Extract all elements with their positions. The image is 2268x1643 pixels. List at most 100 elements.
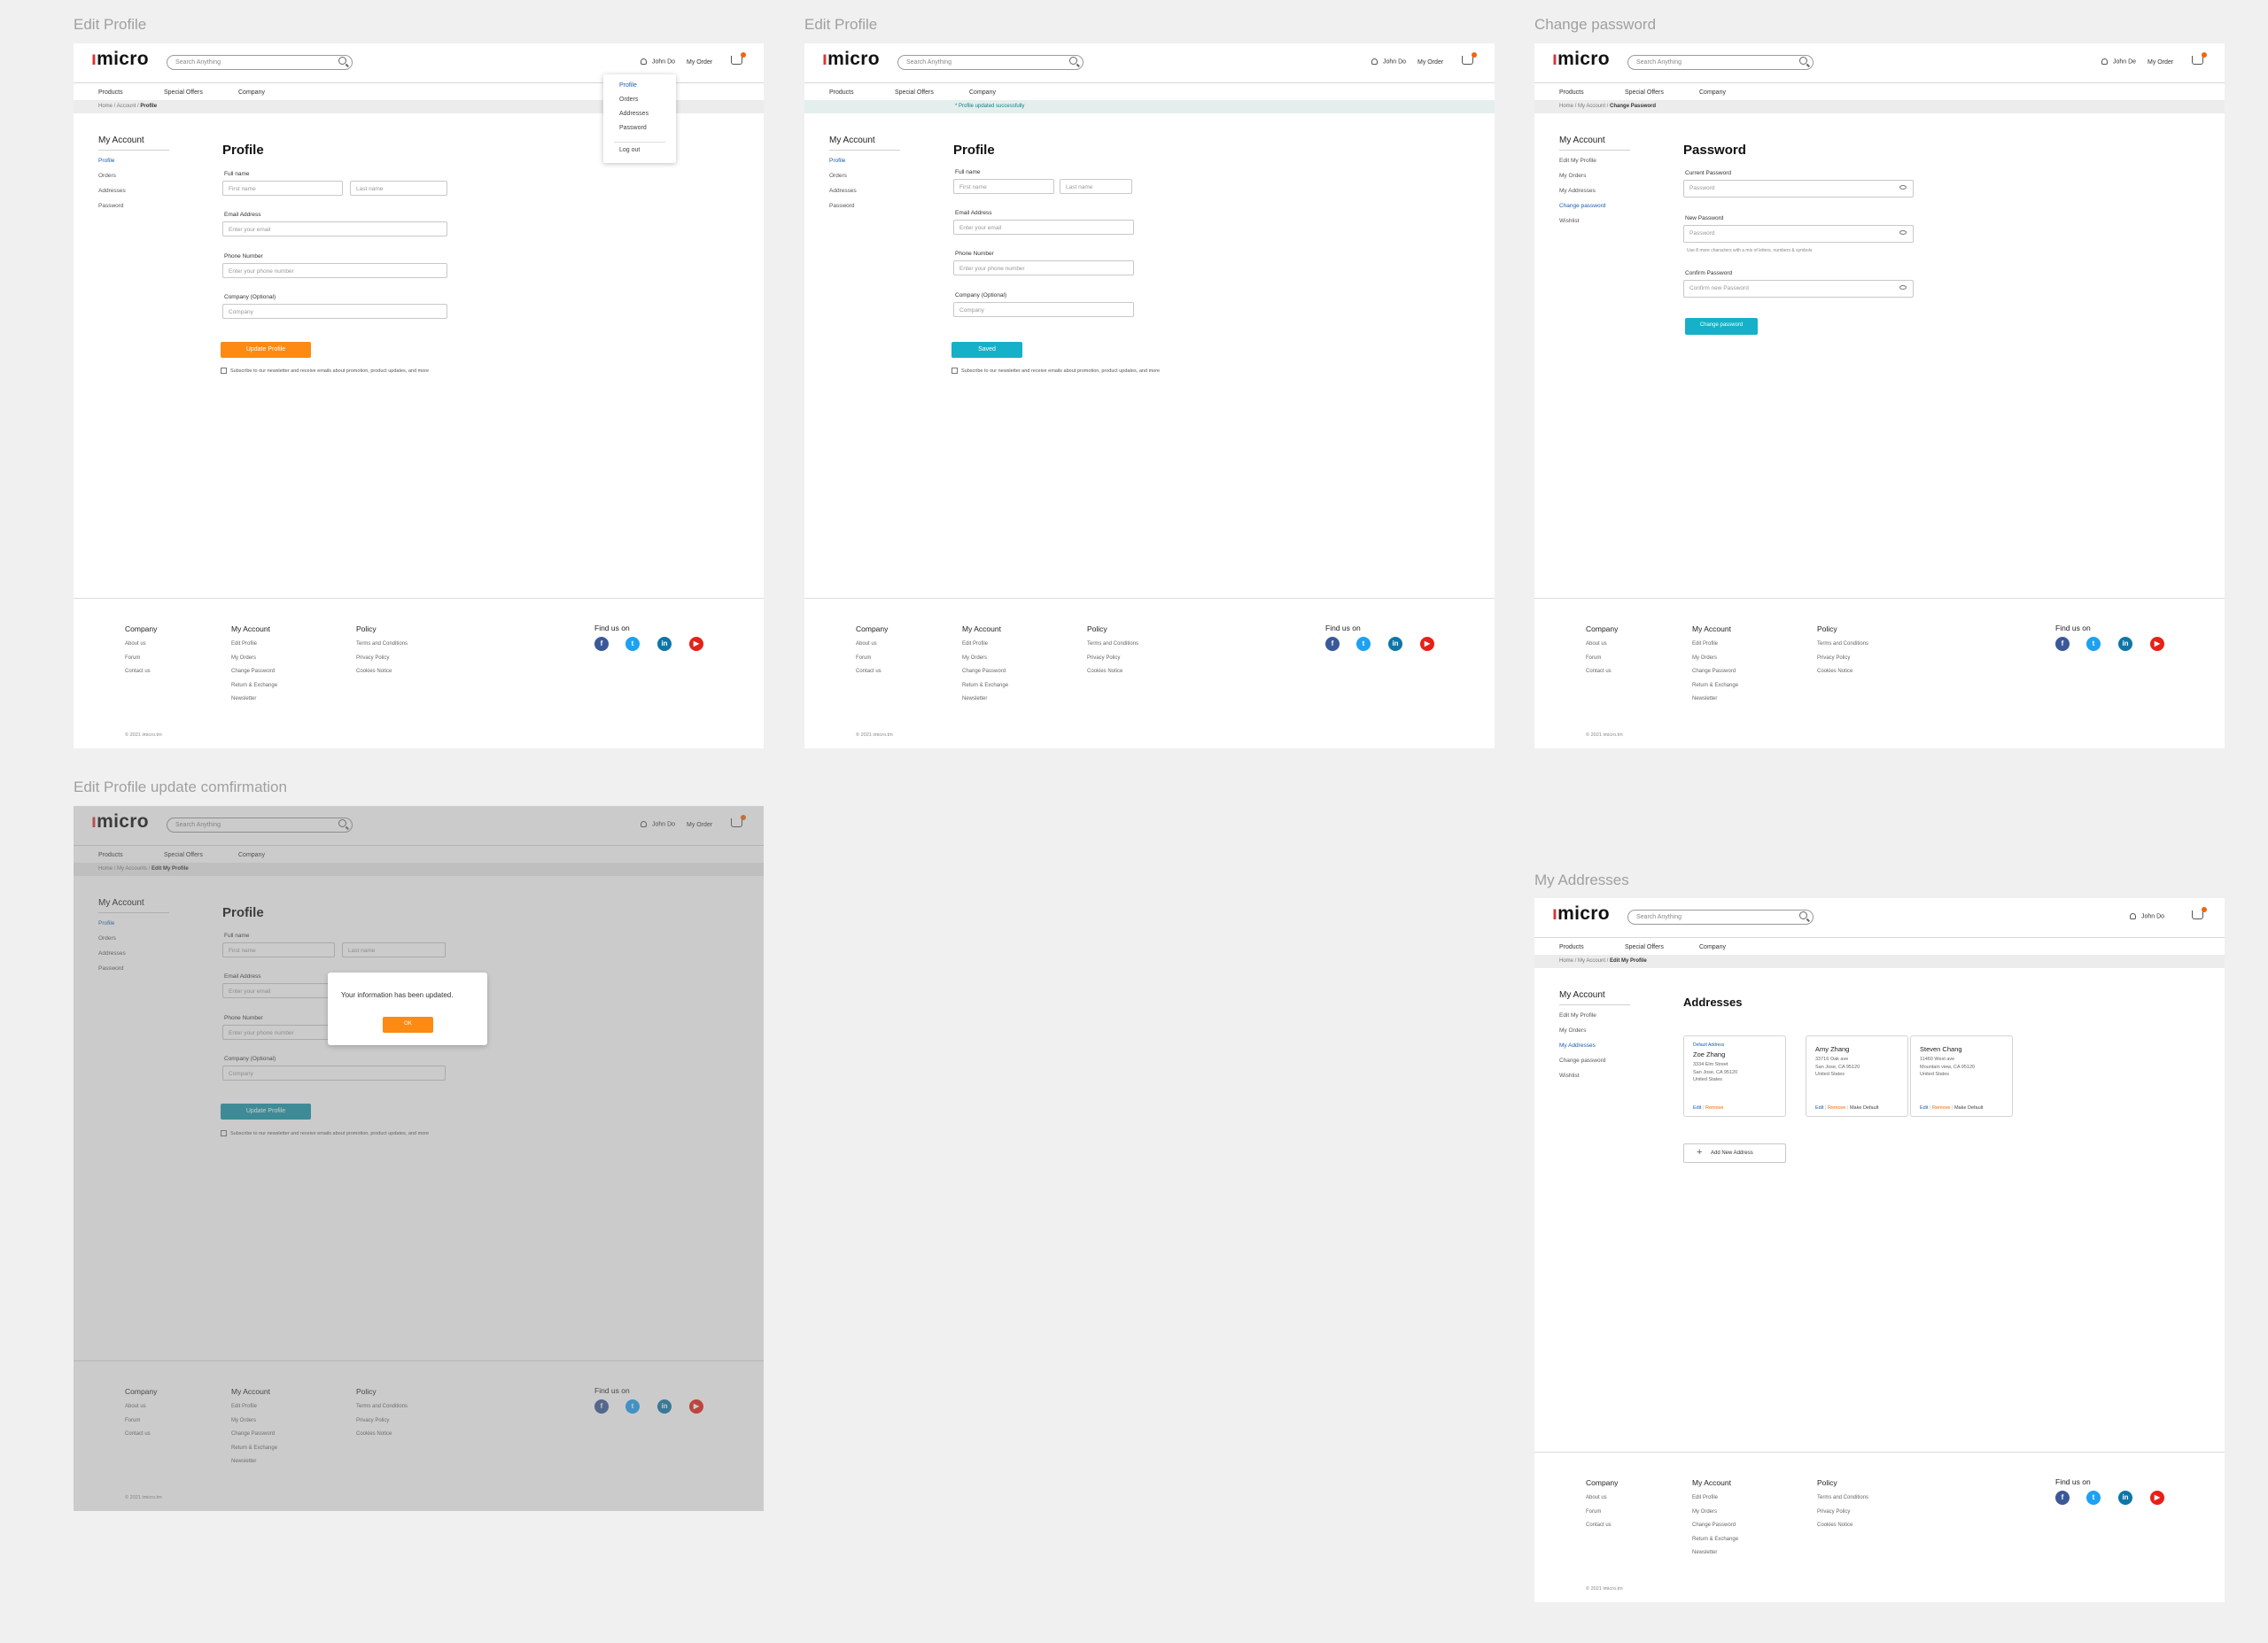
- footer-link[interactable]: Change Password: [1692, 669, 1738, 683]
- footer-link[interactable]: Contact us: [856, 669, 888, 683]
- last-name-input[interactable]: Last name: [1060, 179, 1132, 194]
- footer-link[interactable]: Change Password: [231, 669, 277, 683]
- last-name-input[interactable]: Last name: [350, 181, 447, 196]
- footer-link[interactable]: Newsletter: [1692, 696, 1738, 710]
- youtube-icon[interactable]: ▶: [689, 637, 703, 651]
- footer-link[interactable]: Contact us: [1586, 669, 1618, 683]
- sidebar-item-password[interactable]: Password: [829, 203, 900, 218]
- edit-link[interactable]: Edit: [1815, 1105, 1823, 1111]
- footer-link[interactable]: Newsletter: [962, 696, 1008, 710]
- youtube-icon[interactable]: ▶: [2150, 637, 2164, 651]
- phone-input[interactable]: Enter your phone number: [222, 263, 447, 278]
- confirm-password-input[interactable]: Confirm new Password: [1683, 280, 1914, 298]
- footer-link[interactable]: Forum: [125, 655, 157, 670]
- account-menu[interactable]: John Do: [2130, 913, 2164, 919]
- remove-link[interactable]: Remove: [1705, 1105, 1723, 1111]
- first-name-input[interactable]: First name: [953, 179, 1054, 194]
- sidebar-item-change-password[interactable]: Change password: [1559, 203, 1630, 218]
- search-icon[interactable]: [338, 57, 346, 65]
- footer-link[interactable]: Cookies Notice: [1087, 669, 1138, 683]
- footer-link[interactable]: Terms and Conditions: [1087, 641, 1138, 655]
- nav-products[interactable]: Products: [98, 89, 123, 96]
- footer-link[interactable]: Return & Exchange: [1692, 1537, 1738, 1551]
- footer-link[interactable]: Return & Exchange: [1692, 683, 1738, 697]
- footer-link[interactable]: About us: [1586, 1495, 1618, 1509]
- footer-link[interactable]: Forum: [1586, 655, 1618, 670]
- nav-special-offers[interactable]: Special Offers: [164, 89, 203, 96]
- search-icon[interactable]: [1799, 911, 1807, 919]
- sidebar-item-orders[interactable]: Orders: [829, 173, 900, 188]
- add-new-address-button[interactable]: Add New Address: [1683, 1143, 1786, 1163]
- logo[interactable]: ımicro: [1552, 903, 1610, 925]
- nav-special-offers[interactable]: Special Offers: [1625, 89, 1664, 96]
- subscribe-checkbox[interactable]: Subscribe to our newsletter and receive …: [951, 368, 1160, 374]
- twitter-icon[interactable]: t: [2086, 637, 2101, 651]
- edit-link[interactable]: Edit: [1920, 1105, 1928, 1111]
- first-name-input[interactable]: First name: [222, 181, 343, 196]
- footer-link[interactable]: Terms and Conditions: [1817, 641, 1868, 655]
- sidebar-item-orders[interactable]: My Orders: [1559, 173, 1630, 188]
- nav-company[interactable]: Company: [1699, 944, 1726, 950]
- sidebar-item-wishlist[interactable]: Wishlist: [1559, 218, 1630, 233]
- footer-link[interactable]: Newsletter: [1692, 1550, 1738, 1564]
- search-input[interactable]: Search Anything: [1627, 910, 1814, 925]
- dropdown-item-password[interactable]: Password: [619, 125, 647, 131]
- sidebar-item-orders[interactable]: Orders: [98, 173, 169, 188]
- eye-icon[interactable]: [1899, 285, 1907, 290]
- cart-icon[interactable]: [1462, 52, 1477, 65]
- nav-special-offers[interactable]: Special Offers: [895, 89, 934, 96]
- linkedin-icon[interactable]: in: [1388, 637, 1402, 651]
- footer-link[interactable]: Privacy Policy: [356, 655, 408, 670]
- footer-link[interactable]: Edit Profile: [1692, 1495, 1738, 1509]
- footer-link[interactable]: Edit Profile: [962, 641, 1008, 655]
- footer-link[interactable]: Change Password: [962, 669, 1008, 683]
- dropdown-item-profile[interactable]: Profile: [619, 82, 637, 89]
- footer-link[interactable]: Privacy Policy: [1817, 1509, 1868, 1523]
- linkedin-icon[interactable]: in: [657, 637, 672, 651]
- saved-button[interactable]: Saved: [951, 342, 1022, 358]
- my-order-link[interactable]: My Order: [1418, 59, 1443, 66]
- sidebar-item-addresses[interactable]: Addresses: [98, 188, 169, 203]
- eye-icon[interactable]: [1899, 230, 1907, 235]
- company-input[interactable]: Company: [953, 302, 1134, 317]
- footer-link[interactable]: Forum: [856, 655, 888, 670]
- sidebar-item-orders[interactable]: My Orders: [1559, 1027, 1630, 1042]
- facebook-icon[interactable]: f: [1325, 637, 1340, 651]
- nav-company[interactable]: Company: [1699, 89, 1726, 96]
- linkedin-icon[interactable]: in: [2118, 1491, 2132, 1505]
- sidebar-item-password[interactable]: Password: [98, 203, 169, 218]
- new-password-input[interactable]: Password: [1683, 225, 1914, 243]
- sidebar-item-addresses[interactable]: My Addresses: [1559, 1042, 1630, 1058]
- nav-special-offers[interactable]: Special Offers: [1625, 944, 1664, 950]
- footer-link[interactable]: About us: [856, 641, 888, 655]
- search-icon[interactable]: [1069, 57, 1077, 65]
- account-menu[interactable]: John Do: [641, 58, 675, 65]
- footer-link[interactable]: Cookies Notice: [356, 669, 408, 683]
- make-default-link[interactable]: Make Default: [1954, 1105, 1983, 1111]
- footer-link[interactable]: Privacy Policy: [1817, 655, 1868, 670]
- footer-link[interactable]: My Orders: [231, 655, 277, 670]
- phone-input[interactable]: Enter your phone number: [953, 260, 1134, 275]
- sidebar-item-change-password[interactable]: Change password: [1559, 1058, 1630, 1073]
- footer-link[interactable]: My Orders: [962, 655, 1008, 670]
- change-password-button[interactable]: Change password: [1685, 318, 1758, 335]
- nav-products[interactable]: Products: [1559, 944, 1584, 950]
- my-order-link[interactable]: My Order: [2148, 59, 2173, 66]
- footer-link[interactable]: My Orders: [1692, 655, 1738, 670]
- footer-link[interactable]: Terms and Conditions: [356, 641, 408, 655]
- ok-button[interactable]: OK: [383, 1017, 433, 1033]
- footer-link[interactable]: About us: [125, 641, 157, 655]
- sidebar-item-edit-profile[interactable]: Edit My Profile: [1559, 158, 1630, 173]
- email-input[interactable]: Enter your email: [953, 220, 1134, 235]
- twitter-icon[interactable]: t: [2086, 1491, 2101, 1505]
- cart-icon[interactable]: [731, 52, 746, 65]
- logo[interactable]: ımicro: [1552, 49, 1610, 70]
- cart-icon[interactable]: [2192, 907, 2207, 919]
- footer-link[interactable]: Privacy Policy: [1087, 655, 1138, 670]
- search-input[interactable]: Search Anything: [167, 55, 353, 70]
- dropdown-item-logout[interactable]: Log out: [619, 147, 640, 153]
- search-icon[interactable]: [1799, 57, 1807, 65]
- sidebar-item-addresses[interactable]: My Addresses: [1559, 188, 1630, 203]
- sidebar-item-profile[interactable]: Profile: [98, 158, 169, 173]
- subscribe-checkbox[interactable]: Subscribe to our newsletter and receive …: [221, 368, 429, 374]
